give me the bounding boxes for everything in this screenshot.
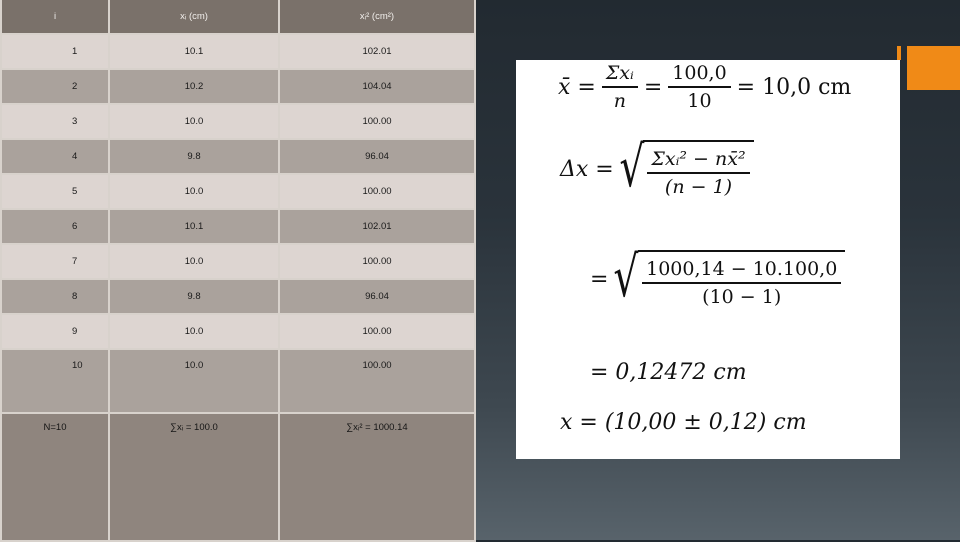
table-row: 10 10.0 100.00 — [0, 348, 476, 414]
mean-result: = 10,0 cm — [736, 74, 852, 100]
delta-lhs: Δx = — [560, 156, 614, 182]
cell-xi2: 96.04 — [278, 278, 476, 315]
subst-den: (10 − 1) — [702, 286, 782, 308]
formula-panel: x̄ = Σxᵢ n = 100,0 10 = 10,0 cm Δx = √ Σ… — [516, 60, 900, 459]
cell-i: 8 — [0, 278, 110, 315]
table-row: 3 10.0 100.00 — [0, 103, 476, 140]
cell-xi2: 102.01 — [278, 33, 476, 70]
delta-den: (n − 1) — [664, 176, 733, 198]
cell-xi: 10.0 — [108, 103, 280, 140]
cell-xi: 10.0 — [108, 313, 280, 350]
cell-xi: 9.8 — [108, 138, 280, 175]
table-row: 1 10.1 102.01 — [0, 33, 476, 70]
cell-xi: 10.0 — [108, 173, 280, 210]
mean-frac1: Σxᵢ n — [601, 62, 638, 112]
cell-xi2: 100.00 — [278, 103, 476, 140]
cell-i: 6 — [0, 208, 110, 245]
subst-lhs: = — [590, 266, 609, 292]
table-summary-row: N=10 ∑xᵢ = 100.0 ∑xᵢ² = 1000.14 — [0, 412, 476, 542]
cell-xi2: 96.04 — [278, 138, 476, 175]
summary-sum-x: ∑xᵢ = 100.0 — [108, 412, 280, 542]
table-row: 5 10.0 100.00 — [0, 173, 476, 210]
cell-xi2: 100.00 — [278, 243, 476, 280]
table-header-row: i xᵢ (cm) xᵢ² (cm²) — [0, 0, 476, 35]
cell-xi2: 100.00 — [278, 348, 476, 414]
cell-i: 10 — [0, 348, 110, 414]
mean-frac2-den: 10 — [687, 90, 712, 112]
cell-xi: 10.1 — [108, 33, 280, 70]
subst-num: 1000,14 − 10.100,0 — [642, 258, 842, 284]
cell-i: 3 — [0, 103, 110, 140]
table-row: 2 10.2 104.04 — [0, 68, 476, 105]
cell-i: 4 — [0, 138, 110, 175]
header-xi2: xᵢ² (cm²) — [278, 0, 476, 35]
mean-frac1-den: n — [613, 90, 626, 112]
cell-xi: 10.0 — [108, 348, 280, 414]
delta-formula: Δx = √ Σxᵢ² − nx̄² (n − 1) — [560, 140, 754, 198]
cell-i: 1 — [0, 33, 110, 70]
cell-xi: 9.8 — [108, 278, 280, 315]
subst-sqrt: √ 1000,14 − 10.100,0 (10 − 1) — [608, 245, 846, 310]
subst-formula: = √ 1000,14 − 10.100,0 (10 − 1) — [590, 245, 846, 310]
mean-formula: x̄ = Σxᵢ n = 100,0 10 = 10,0 cm — [558, 62, 851, 112]
sqrt-icon: √ — [619, 135, 645, 200]
final-formula: x = (10,00 ± 0,12) cm — [560, 410, 807, 435]
cell-i: 9 — [0, 313, 110, 350]
cell-i: 7 — [0, 243, 110, 280]
accent-block — [907, 46, 960, 90]
cell-xi2: 100.00 — [278, 173, 476, 210]
cell-xi: 10.2 — [108, 68, 280, 105]
cell-xi: 10.0 — [108, 243, 280, 280]
accent-thin-bar — [897, 46, 901, 60]
table-row: 6 10.1 102.01 — [0, 208, 476, 245]
sqrt-icon: √ — [613, 245, 639, 310]
header-i: i — [0, 0, 110, 35]
mean-frac2-num: 100,0 — [668, 62, 731, 88]
mean-eq: = — [643, 74, 663, 100]
table-row: 8 9.8 96.04 — [0, 278, 476, 315]
mean-frac2: 100,0 10 — [668, 62, 731, 112]
table-row: 9 10.0 100.00 — [0, 313, 476, 350]
mean-frac1-num: Σxᵢ — [601, 62, 638, 88]
cell-xi2: 102.01 — [278, 208, 476, 245]
value-formula: = 0,12472 cm — [590, 360, 747, 385]
delta-sqrt: √ Σxᵢ² − nx̄² (n − 1) — [614, 140, 754, 198]
cell-xi2: 100.00 — [278, 313, 476, 350]
summary-n: N=10 — [0, 412, 110, 542]
cell-xi: 10.1 — [108, 208, 280, 245]
header-xi: xᵢ (cm) — [108, 0, 280, 35]
delta-num: Σxᵢ² − nx̄² — [647, 148, 750, 174]
mean-lhs: x̄ = — [558, 74, 596, 100]
cell-i: 5 — [0, 173, 110, 210]
measurement-table: i xᵢ (cm) xᵢ² (cm²) 1 10.1 102.01 2 10.2 104.… — [0, 0, 476, 542]
table-row: 7 10.0 100.00 — [0, 243, 476, 280]
cell-xi2: 104.04 — [278, 68, 476, 105]
summary-sum-x2: ∑xᵢ² = 1000.14 — [278, 412, 476, 542]
table-row: 4 9.8 96.04 — [0, 138, 476, 175]
table-panel: i xᵢ (cm) xᵢ² (cm²) 1 10.1 102.01 2 10.2 104.… — [0, 0, 476, 542]
cell-i: 2 — [0, 68, 110, 105]
